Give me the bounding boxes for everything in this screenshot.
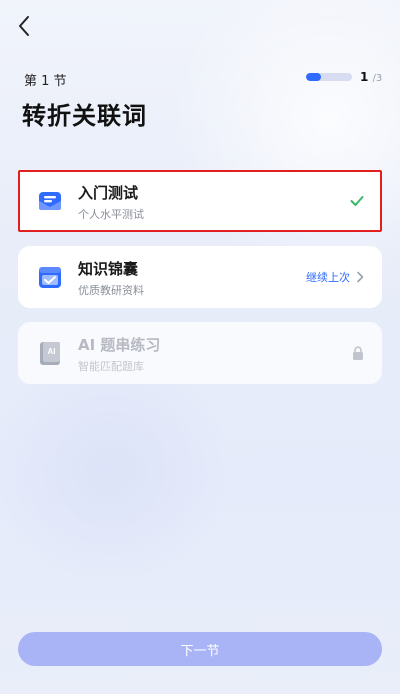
progress-bar — [306, 73, 352, 81]
lock-icon — [353, 346, 363, 360]
ai-book-icon: AI — [40, 342, 60, 365]
calendar-book-icon — [39, 267, 61, 288]
card-subtitle: 智能匹配题库 — [78, 360, 144, 373]
next-section-button[interactable]: 下一节 — [18, 632, 382, 666]
card-status — [352, 322, 364, 384]
lesson-title: 转折关联词 — [22, 102, 147, 130]
card-subtitle: 个人水平测试 — [78, 208, 144, 221]
section-label: 第 1 节 — [24, 74, 67, 89]
card-entry-test[interactable]: 入门测试 个人水平测试 — [18, 170, 382, 232]
card-title: AI 题串练习 — [78, 336, 161, 354]
card-title: 知识锦囊 — [78, 260, 139, 278]
continue-label: 继续上次 — [306, 271, 350, 284]
back-button[interactable] — [10, 12, 38, 40]
card-status — [350, 172, 364, 230]
svg-text:AI: AI — [48, 347, 56, 356]
mail-icon — [39, 192, 61, 210]
check-icon — [350, 196, 364, 206]
chevron-left-icon — [19, 16, 29, 36]
chevron-right-icon — [357, 271, 364, 283]
progress-counter: 1 /3 — [360, 70, 382, 84]
progress-current: 1 — [360, 70, 369, 84]
card-title: 入门测试 — [78, 184, 139, 202]
progress-fill — [306, 73, 322, 81]
card-ai-practice[interactable]: AI AI 题串练习 智能匹配题库 — [18, 322, 382, 384]
card-knowledge[interactable]: 知识锦囊 优质教研资料 继续上次 — [18, 246, 382, 308]
progress-total: /3 — [372, 73, 383, 84]
card-subtitle: 优质教研资料 — [78, 284, 144, 297]
continue-link[interactable]: 继续上次 — [306, 246, 364, 308]
